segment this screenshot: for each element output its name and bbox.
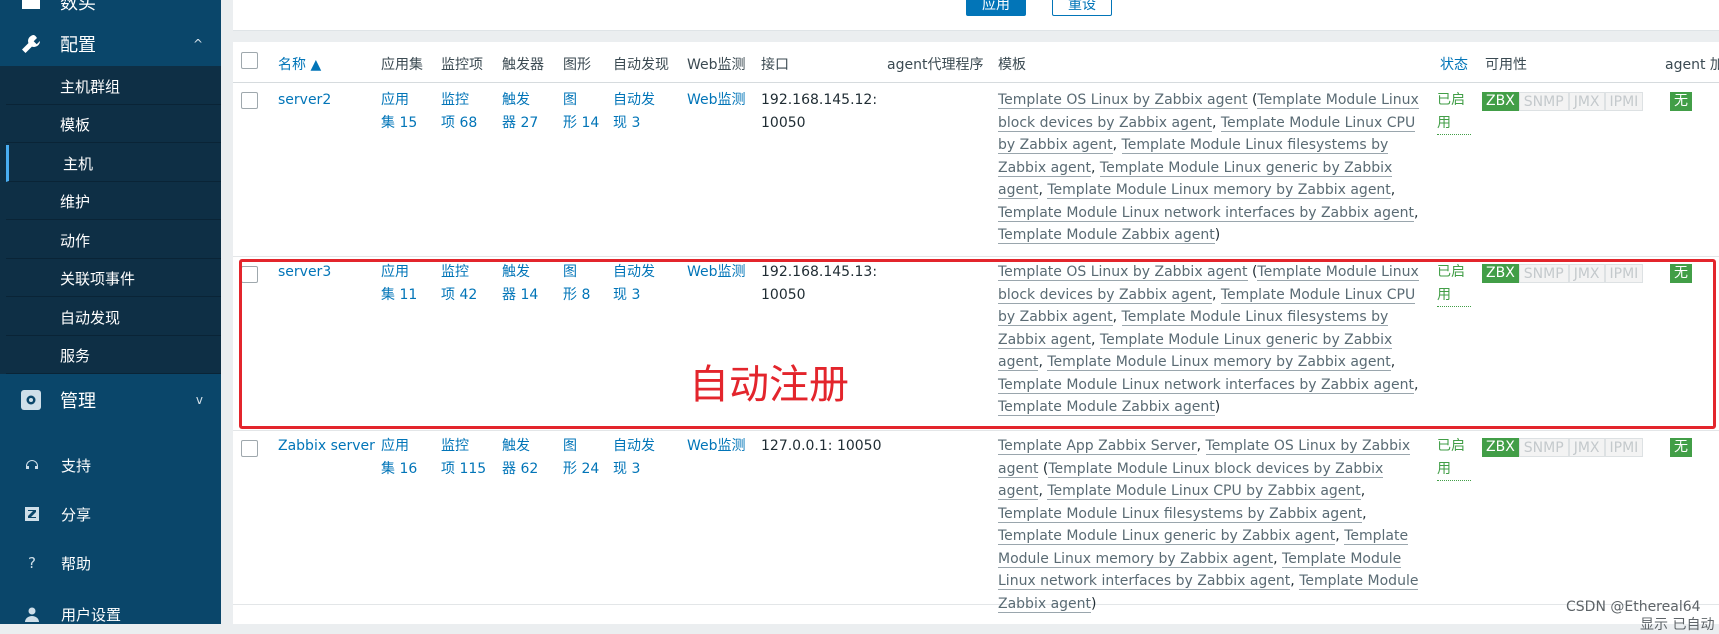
header-graphs: 图形 — [563, 57, 591, 73]
web-link[interactable]: Web监测 — [687, 89, 746, 112]
table-header: 名称 ▲ 应用集 监控项 触发器 图形 自动发现 Web监测 接口 agent代… — [233, 42, 1719, 83]
sidebar-section-config-label: 配置 — [60, 35, 96, 56]
header-triggers: 触发器 — [502, 57, 544, 73]
templates-list: Template OS Linux by Zabbix agent (Templ… — [998, 92, 1419, 244]
ipmi-badge: IPMI — [1604, 438, 1644, 457]
header-discovery: 自动发现 — [613, 57, 669, 73]
footer-summary: 显示 已自动 — [1640, 617, 1715, 633]
sidebar-item-discovery[interactable]: 自动发现 — [6, 299, 221, 336]
gear-icon — [18, 387, 44, 413]
header-interface: 接口 — [761, 57, 789, 73]
watermark: CSDN @Ethereal64 — [1566, 599, 1701, 615]
template-link[interactable]: Template Module Zabbix agent — [998, 227, 1215, 244]
apps-link[interactable]: 应用集 16 — [381, 435, 417, 480]
encryption-badge: 无 — [1670, 438, 1692, 457]
interface-value: 192.168.145.12: 10050 — [761, 92, 878, 131]
host-name-link[interactable]: Zabbix server — [278, 435, 375, 458]
row-checkbox[interactable] — [241, 92, 258, 109]
snmp-badge: SNMP — [1518, 92, 1569, 111]
ipmi-badge: IPMI — [1604, 92, 1644, 111]
template-link[interactable]: Template Module Linux memory by Zabbix a… — [1047, 182, 1391, 199]
table-row: Zabbix server 应用集 16 监控项 115 触发器 62 图形 2… — [233, 431, 1719, 613]
graphs-link[interactable]: 图形 14 — [563, 89, 599, 134]
status-toggle[interactable]: 已启用 — [1437, 435, 1471, 481]
jmx-badge: JMX — [1568, 92, 1605, 111]
template-link[interactable]: Template Module Linux network interfaces… — [998, 204, 1414, 222]
sidebar-item-user-settings[interactable]: 用户设置 — [0, 594, 221, 634]
header-web: Web监测 — [687, 57, 746, 73]
sidebar-item-event-correlation[interactable]: 关联项事件 — [6, 260, 221, 297]
availability-badges: ZBX SNMP JMX IPMI — [1482, 438, 1644, 457]
chevron-down-icon[interactable]: v — [196, 393, 203, 407]
host-name-link[interactable]: server2 — [278, 89, 331, 112]
apply-button[interactable]: 应用 — [966, 0, 1026, 16]
row-checkbox[interactable] — [241, 440, 258, 457]
discovery-link[interactable]: 自动发现 3 — [613, 435, 655, 480]
template-link[interactable]: Template Module Linux generic by Zabbix … — [998, 528, 1336, 545]
sidebar-section-admin-label: 管理 — [60, 391, 96, 412]
header-availability: 可用性 — [1485, 57, 1527, 73]
table-row: server2 应用集 15 监控项 68 触发器 27 图形 14 自动发现 … — [233, 83, 1719, 257]
template-link[interactable]: Template OS Linux by Zabbix agent — [998, 92, 1248, 109]
triggers-link[interactable]: 触发器 27 — [502, 89, 538, 134]
headset-icon — [22, 455, 42, 475]
template-link[interactable]: Template Module Linux filesystems by Zab… — [998, 505, 1363, 523]
header-apps: 应用集 — [381, 57, 423, 73]
zbx-badge: ZBX — [1482, 438, 1519, 457]
discovery-link[interactable]: 自动发现 3 — [613, 89, 655, 134]
apps-link[interactable]: 应用集 15 — [381, 89, 417, 134]
header-name[interactable]: 名称 ▲ — [278, 54, 321, 74]
reset-button[interactable]: 重设 — [1052, 0, 1112, 16]
status-toggle[interactable]: 已启用 — [1437, 89, 1471, 135]
chevron-up-icon[interactable]: ^ — [193, 37, 203, 51]
zbx-badge: ZBX — [1482, 92, 1519, 111]
web-link[interactable]: Web监测 — [687, 435, 746, 458]
template-link[interactable]: Template Module Linux CPU by Zabbix agen… — [1047, 483, 1361, 500]
items-link[interactable]: 监控项 115 — [441, 435, 486, 480]
sidebar-section-config[interactable]: 配置 ^ — [0, 20, 221, 68]
sidebar-item-host-groups[interactable]: 主机群组 — [6, 68, 221, 105]
wrench-icon — [18, 31, 44, 57]
user-icon — [22, 604, 42, 624]
sidebar-item-maintenance[interactable]: 维护 — [6, 183, 221, 220]
header-status[interactable]: 状态 — [1440, 54, 1468, 74]
help-icon: ? — [28, 554, 36, 572]
dashboard-icon — [18, 0, 44, 15]
sidebar-item-share[interactable]: 分享 — [0, 494, 221, 534]
templates-list: Template App Zabbix Server, Template OS … — [998, 438, 1419, 613]
config-submenu: 主机群组 模板 主机 维护 动作 关联项事件 自动发现 服务 — [0, 66, 221, 374]
availability-badges: ZBX SNMP JMX IPMI — [1482, 92, 1644, 111]
sidebar-item-actions[interactable]: 动作 — [6, 222, 221, 259]
template-link[interactable]: Template App Zabbix Server — [998, 438, 1197, 455]
sidebar-item-support[interactable]: 支持 — [0, 445, 221, 485]
sidebar-section-top-label: 数买 — [60, 0, 96, 14]
header-templates: 模板 — [998, 57, 1026, 73]
sidebar-item-templates[interactable]: 模板 — [6, 106, 221, 143]
snmp-badge: SNMP — [1518, 438, 1569, 457]
filter-panel: 应用 重设 — [233, 0, 1719, 31]
select-all-checkbox[interactable] — [241, 52, 258, 69]
encryption-badge: 无 — [1670, 92, 1692, 111]
sidebar-item-services[interactable]: 服务 — [6, 337, 221, 374]
header-items: 监控项 — [441, 57, 483, 73]
items-link[interactable]: 监控项 68 — [441, 89, 477, 134]
sidebar-section-admin[interactable]: 管理 v — [0, 376, 221, 424]
header-proxy: agent代理程序 — [887, 57, 984, 73]
highlight-box — [239, 259, 1716, 429]
interface-value: 127.0.0.1: 10050 — [761, 438, 882, 454]
sidebar-item-help[interactable]: ? 帮助 — [0, 543, 221, 583]
sidebar-item-hosts[interactable]: 主机 — [6, 145, 221, 182]
annotation-text: 自动注册 — [689, 362, 849, 408]
share-icon — [22, 504, 42, 524]
sidebar: 数买 配置 ^ 主机群组 模板 主机 维护 动作 关联项事件 自动发现 服务 管… — [0, 0, 221, 624]
header-encryption: agent 加 — [1665, 57, 1719, 73]
triggers-link[interactable]: 触发器 62 — [502, 435, 538, 480]
graphs-link[interactable]: 图形 24 — [563, 435, 599, 480]
jmx-badge: JMX — [1568, 438, 1605, 457]
